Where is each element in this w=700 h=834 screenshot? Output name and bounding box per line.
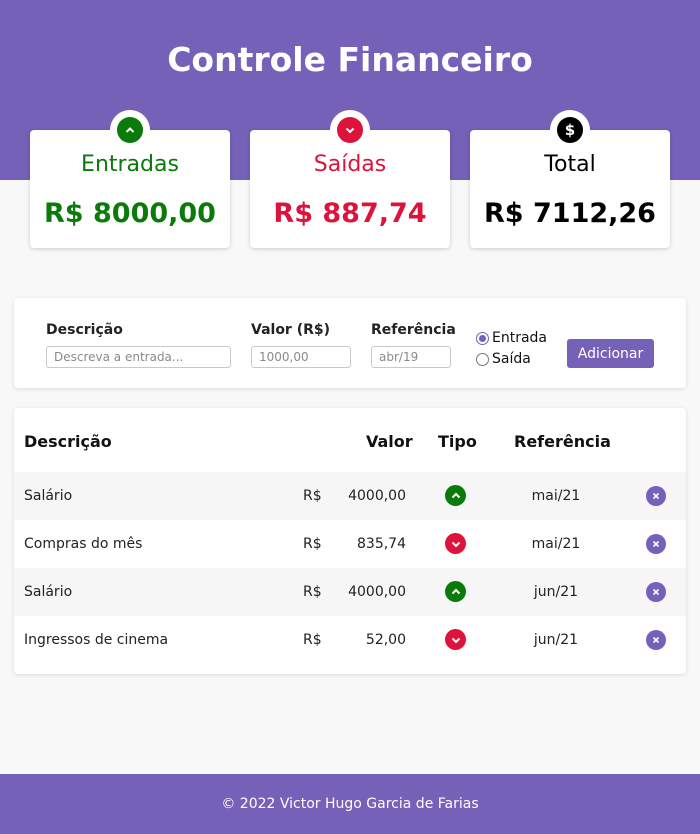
row-currency: R$ <box>303 488 322 504</box>
header-description: Descrição <box>24 432 112 451</box>
radio-entrada-label: Entrada <box>492 330 548 346</box>
chevron-up-icon <box>117 117 143 143</box>
row-reference: jun/21 <box>533 584 579 600</box>
table-row: Compras do mês R$ 835,74 mai/21 <box>14 520 686 568</box>
description-input[interactable] <box>46 346 231 368</box>
total-badge: $ <box>550 110 590 150</box>
chevron-down-icon <box>337 117 363 143</box>
income-badge <box>110 110 150 150</box>
radio-saida-label: Saída <box>492 351 531 367</box>
radio-saida-control[interactable] <box>476 352 489 366</box>
chevron-down-icon <box>445 629 466 650</box>
dollar-icon: $ <box>557 117 583 143</box>
delete-icon[interactable] <box>646 486 666 506</box>
delete-icon[interactable] <box>646 582 666 602</box>
row-currency: R$ <box>303 632 322 648</box>
header-reference: Referência <box>514 432 611 451</box>
delete-icon[interactable] <box>646 630 666 650</box>
row-amount: 835,74 <box>357 536 406 552</box>
reference-label: Referência <box>371 322 456 338</box>
table-row: Salário R$ 4000,00 jun/21 <box>14 568 686 616</box>
radio-entrada[interactable]: Entrada <box>476 330 547 346</box>
row-reference: mai/21 <box>531 488 581 504</box>
expense-card: Saídas R$ 887,74 <box>250 110 450 248</box>
expense-badge <box>330 110 370 150</box>
total-label: Total <box>544 152 596 177</box>
transaction-form: Descrição Valor (R$) Referência Entrada … <box>14 298 686 388</box>
expense-value: R$ 887,74 <box>273 198 427 229</box>
amount-input[interactable] <box>251 346 351 368</box>
table-row: Ingressos de cinema R$ 52,00 jun/21 <box>14 616 686 664</box>
row-reference: mai/21 <box>531 536 581 552</box>
income-value: R$ 8000,00 <box>44 198 216 229</box>
total-card: $ Total R$ 7112,26 <box>470 110 670 248</box>
chevron-up-icon <box>445 581 466 602</box>
table-row: Salário R$ 4000,00 mai/21 <box>14 472 686 520</box>
transactions-table: Descrição Valor Tipo Referência Salário R… <box>14 408 686 674</box>
total-value: R$ 7112,26 <box>484 198 656 229</box>
radio-entrada-control[interactable] <box>476 331 489 345</box>
row-description: Salário <box>24 488 73 504</box>
delete-icon[interactable] <box>646 534 666 554</box>
expense-label: Saídas <box>313 152 387 177</box>
row-description: Salário <box>24 584 73 600</box>
row-reference: jun/21 <box>533 632 579 648</box>
row-description: Compras do mês <box>24 536 143 552</box>
page-title: Controle Financeiro <box>167 40 533 79</box>
header-type: Tipo <box>438 432 477 451</box>
row-description: Ingressos de cinema <box>24 632 169 648</box>
row-amount: 4000,00 <box>348 488 406 504</box>
add-button[interactable]: Adicionar <box>567 339 654 368</box>
footer-text: © 2022 Victor Hugo Garcia de Farias <box>221 796 479 812</box>
row-amount: 52,00 <box>365 632 406 648</box>
income-card: Entradas R$ 8000,00 <box>30 110 230 248</box>
reference-input[interactable] <box>371 346 451 368</box>
header-amount: Valor <box>366 432 413 451</box>
row-amount: 4000,00 <box>348 584 406 600</box>
radio-saida[interactable]: Saída <box>476 351 531 367</box>
chevron-up-icon <box>445 485 466 506</box>
row-currency: R$ <box>303 536 322 552</box>
footer: © 2022 Victor Hugo Garcia de Farias <box>0 774 700 834</box>
chevron-down-icon <box>445 533 466 554</box>
description-label: Descrição <box>46 322 123 338</box>
amount-label: Valor (R$) <box>251 322 331 338</box>
row-currency: R$ <box>303 584 322 600</box>
income-label: Entradas <box>81 152 179 177</box>
